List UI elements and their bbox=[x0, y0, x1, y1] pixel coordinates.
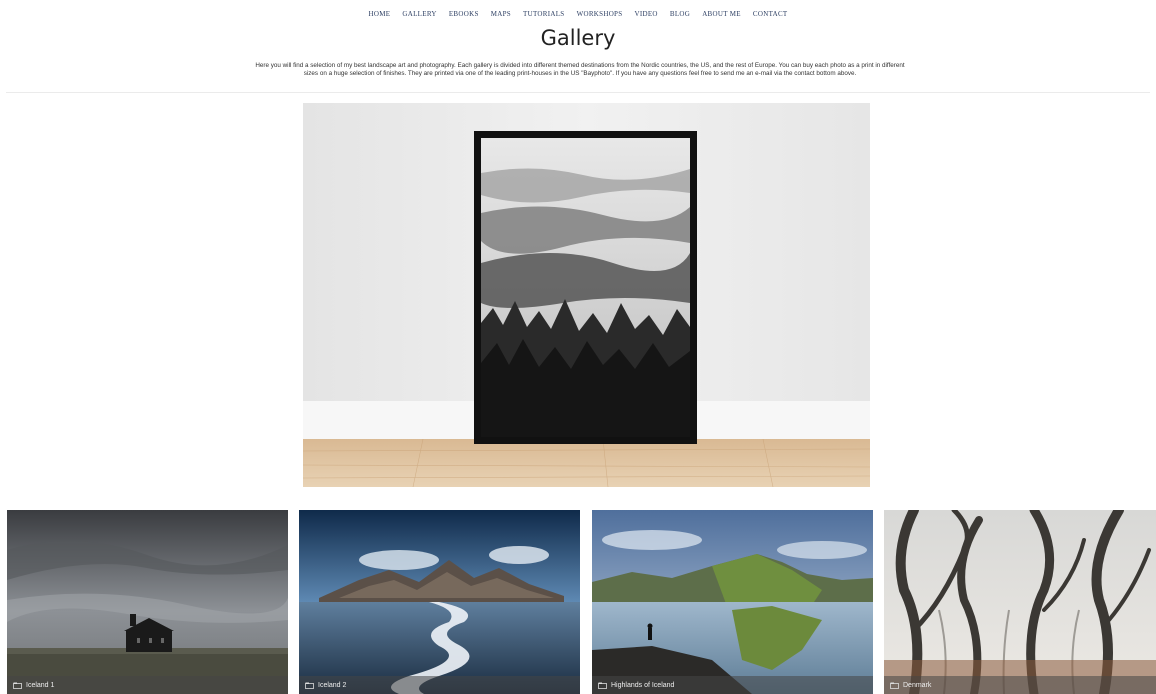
gallery-label: Iceland 1 bbox=[26, 681, 55, 689]
gallery-caption: Highlands of Iceland bbox=[592, 676, 873, 694]
gallery-thumb-image bbox=[7, 510, 288, 694]
gallery-intro: Here you will find a selection of my bes… bbox=[180, 62, 980, 78]
gallery-caption: Denmark bbox=[884, 676, 1156, 694]
nav-home[interactable]: HOME bbox=[369, 10, 391, 18]
gallery-folder-icon bbox=[13, 682, 22, 689]
gallery-folder-icon bbox=[305, 682, 314, 689]
gallery-folder-icon bbox=[598, 682, 607, 689]
gallery-thumb-image bbox=[592, 510, 873, 694]
gallery-label: Highlands of Iceland bbox=[611, 681, 675, 689]
intro-line-1: Here you will find a selection of my bes… bbox=[255, 62, 905, 69]
gallery-caption: Iceland 1 bbox=[7, 676, 288, 694]
gallery-caption: Iceland 2 bbox=[299, 676, 580, 694]
header-divider bbox=[6, 92, 1150, 93]
gallery-card-highlands-of-iceland[interactable]: Highlands of Iceland bbox=[592, 510, 873, 694]
gallery-card-iceland-1[interactable]: Iceland 1 bbox=[7, 510, 288, 694]
gallery-label: Denmark bbox=[903, 681, 932, 689]
gallery-card-iceland-2[interactable]: Iceland 2 bbox=[299, 510, 580, 694]
nav-about-me[interactable]: ABOUT ME bbox=[702, 10, 741, 18]
hero-framed-print-image bbox=[303, 103, 870, 487]
nav-video[interactable]: VIDEO bbox=[635, 10, 658, 18]
nav-ebooks[interactable]: EBOOKS bbox=[449, 10, 479, 18]
gallery-thumb-image bbox=[884, 510, 1156, 694]
gallery-label: Iceland 2 bbox=[318, 681, 347, 689]
nav-contact[interactable]: CONTACT bbox=[753, 10, 788, 18]
main-nav: HOME GALLERY EBOOKS MAPS TUTORIALS WORKS… bbox=[0, 10, 1156, 18]
intro-line-2: sizes on a huge selection of finishes. T… bbox=[303, 70, 857, 77]
nav-blog[interactable]: BLOG bbox=[670, 10, 690, 18]
nav-workshops[interactable]: WORKSHOPS bbox=[577, 10, 623, 18]
nav-tutorials[interactable]: TUTORIALS bbox=[523, 10, 564, 18]
nav-gallery[interactable]: GALLERY bbox=[402, 10, 436, 18]
gallery-card-denmark[interactable]: Denmark bbox=[884, 510, 1156, 694]
gallery-thumb-image bbox=[299, 510, 580, 694]
gallery-folder-icon bbox=[890, 682, 899, 689]
nav-maps[interactable]: MAPS bbox=[491, 10, 511, 18]
page-title: Gallery bbox=[540, 26, 616, 50]
